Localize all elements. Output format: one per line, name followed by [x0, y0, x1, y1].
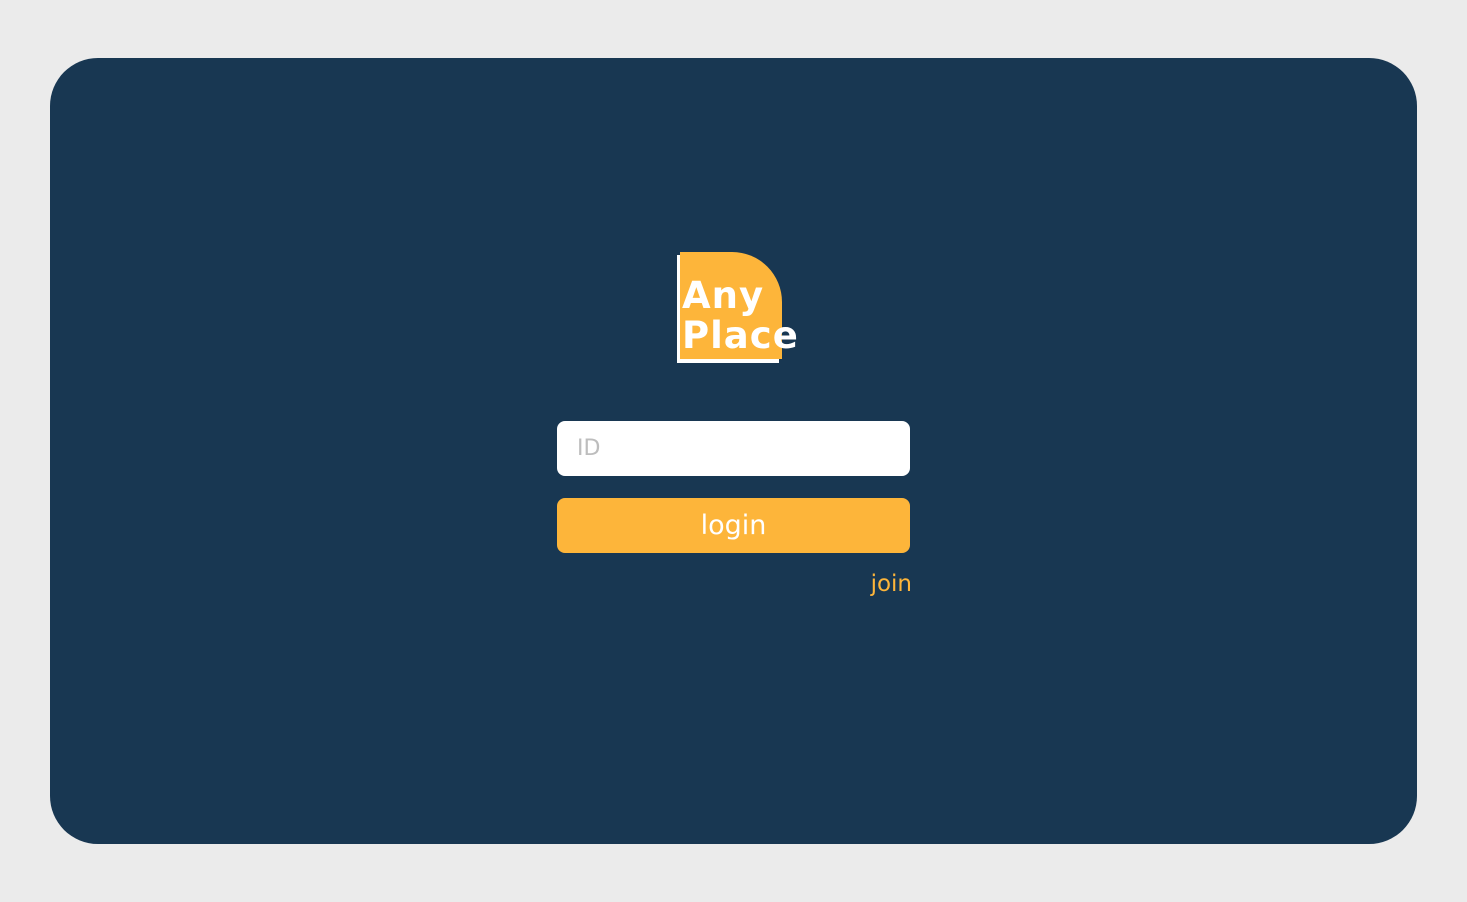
id-input[interactable] [557, 421, 910, 476]
join-link[interactable]: join [856, 567, 912, 601]
login-card: Any Place login join [50, 58, 1417, 844]
logo-text: Any Place [682, 276, 799, 356]
logo-text-line1: Any [682, 274, 765, 317]
login-button[interactable]: login [557, 498, 910, 553]
anyplace-logo: Any Place [677, 252, 798, 364]
logo-text-line2: Place [682, 314, 799, 357]
